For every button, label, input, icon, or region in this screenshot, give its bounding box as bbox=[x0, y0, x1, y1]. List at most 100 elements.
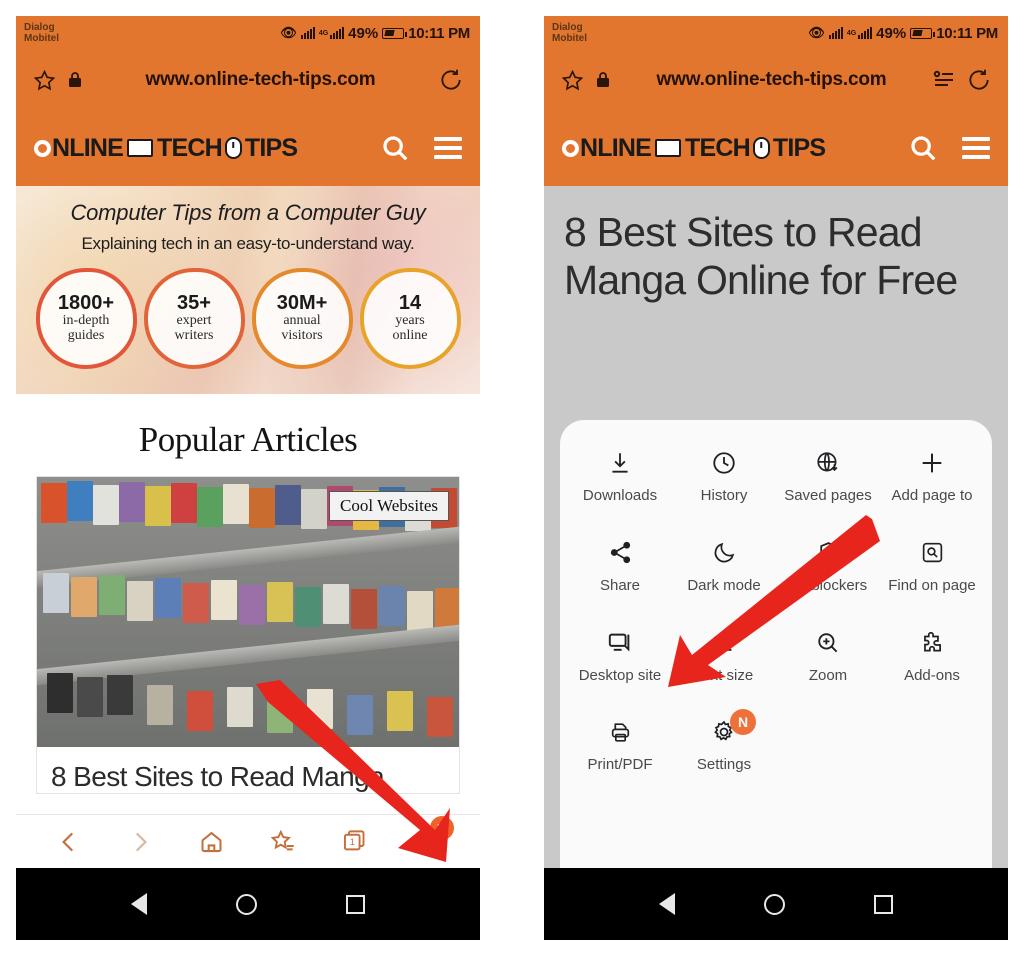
menu-item-history[interactable]: History bbox=[672, 442, 776, 512]
back-triangle-icon[interactable] bbox=[658, 893, 675, 915]
reload-icon[interactable] bbox=[438, 67, 464, 93]
logo-text-2: TECH bbox=[685, 133, 751, 162]
phone-screenshot-right: Dialog Mobitel 👁 4G 49% 10:11 PM www.onl… bbox=[544, 16, 1008, 940]
stat-circle: 14 years online bbox=[359, 268, 461, 369]
home-circle-icon[interactable] bbox=[763, 893, 785, 915]
url-text[interactable]: www.online-tech-tips.com bbox=[93, 69, 428, 91]
menu-item-saved-pages[interactable]: Saved pages bbox=[776, 442, 880, 512]
carrier-label: Dialog Mobitel bbox=[552, 22, 587, 44]
reload-icon[interactable] bbox=[966, 67, 992, 93]
tabs-button[interactable]: 1 bbox=[341, 828, 368, 855]
android-nav-bar-left bbox=[16, 868, 480, 940]
hero-tagline: Computer Tips from a Computer Guy bbox=[70, 200, 426, 225]
download-icon bbox=[607, 448, 633, 478]
star-icon[interactable] bbox=[32, 68, 57, 93]
header-actions bbox=[908, 133, 990, 163]
url-text[interactable]: www.online-tech-tips.com bbox=[621, 69, 922, 91]
signal-bars-icon bbox=[828, 27, 843, 39]
star-icon[interactable] bbox=[560, 68, 585, 93]
home-button[interactable] bbox=[198, 828, 225, 855]
reader-mode-icon[interactable] bbox=[932, 69, 956, 91]
menu-item-ad-blockers[interactable]: Ad blockers bbox=[776, 532, 880, 602]
network-type-label: 4G bbox=[318, 29, 329, 37]
site-header-right: NLINE TECH TIPS bbox=[544, 110, 1008, 186]
hero-banner: Computer Tips from a Computer Guy Explai… bbox=[16, 186, 480, 394]
menu-item-text-size[interactable]: Text size bbox=[672, 622, 776, 692]
hamburger-icon[interactable] bbox=[962, 137, 990, 159]
home-circle-icon[interactable] bbox=[235, 893, 257, 915]
signal-bars-2-icon bbox=[858, 27, 873, 39]
browser-menu-sheet: Downloads History Saved pages Add page t… bbox=[560, 420, 992, 892]
puzzle-icon bbox=[919, 628, 945, 658]
battery-percent-label: 49% bbox=[348, 24, 379, 42]
hamburger-icon[interactable] bbox=[434, 137, 462, 159]
category-badge[interactable]: Cool Websites bbox=[329, 491, 449, 521]
monitor-icon bbox=[127, 139, 154, 157]
stat-circle: 30M+ annual visitors bbox=[251, 268, 353, 369]
share-icon bbox=[608, 538, 633, 568]
url-bar-left[interactable]: www.online-tech-tips.com bbox=[16, 50, 480, 110]
header-actions bbox=[380, 133, 462, 163]
menu-item-settings[interactable]: N Settings bbox=[672, 709, 776, 781]
menu-item-find-on-page[interactable]: Find on page bbox=[880, 532, 984, 602]
battery-percent-label: 49% bbox=[876, 24, 907, 42]
recents-square-icon[interactable] bbox=[346, 894, 366, 914]
menu-item-add-page-to[interactable]: Add page to bbox=[880, 442, 984, 512]
printer-icon bbox=[608, 717, 633, 747]
svg-text:1: 1 bbox=[350, 837, 355, 847]
back-button[interactable] bbox=[56, 829, 82, 855]
signal-bars-2-icon bbox=[330, 27, 345, 39]
site-logo[interactable]: NLINE TECH TIPS bbox=[34, 133, 298, 163]
stat-circle: 35+ expert writers bbox=[143, 268, 245, 369]
search-icon[interactable] bbox=[908, 133, 938, 163]
phone-screenshot-left: Dialog Mobitel 👁 4G 49% 10:11 PM www.onl… bbox=[16, 16, 480, 940]
mouse-icon bbox=[224, 137, 242, 159]
monitor-icon bbox=[655, 139, 682, 157]
status-icons: 👁 4G 49% 10:11 PM bbox=[808, 25, 998, 42]
menu-item-print-pdf[interactable]: Print/PDF bbox=[568, 711, 672, 781]
clock-label: 10:11 PM bbox=[936, 24, 998, 42]
menu-item-desktop-site[interactable]: Desktop site bbox=[568, 622, 672, 692]
logo-text-1: NLINE bbox=[52, 133, 124, 162]
site-header-left: NLINE TECH TIPS bbox=[16, 110, 480, 186]
menu-item-dark-mode[interactable]: Dark mode bbox=[672, 532, 776, 602]
shield-block-icon bbox=[816, 538, 841, 568]
signal-bars-icon bbox=[300, 27, 315, 39]
logo-text-3: TIPS bbox=[772, 133, 826, 162]
menu-button[interactable]: N bbox=[413, 816, 454, 855]
back-triangle-icon[interactable] bbox=[130, 893, 147, 915]
lock-icon bbox=[595, 71, 611, 89]
status-bar-right: Dialog Mobitel 👁 4G 49% 10:11 PM bbox=[544, 16, 1008, 50]
menu-item-downloads[interactable]: Downloads bbox=[568, 442, 672, 512]
mouse-icon bbox=[752, 137, 770, 159]
article-title[interactable]: 8 Best Sites to Read Manga bbox=[37, 747, 459, 793]
url-bar-right[interactable]: www.online-tech-tips.com bbox=[544, 50, 1008, 110]
eye-comfort-icon: 👁 bbox=[808, 25, 825, 40]
network-type-label: 4G bbox=[846, 29, 857, 37]
lock-icon bbox=[67, 71, 83, 89]
menu-item-share[interactable]: Share bbox=[568, 532, 672, 602]
site-logo[interactable]: NLINE TECH TIPS bbox=[562, 133, 826, 163]
menu-grid: Downloads History Saved pages Add page t… bbox=[568, 442, 984, 781]
menu-item-add-ons[interactable]: Add-ons bbox=[880, 622, 984, 692]
recents-square-icon[interactable] bbox=[874, 894, 894, 914]
bookmarks-button[interactable] bbox=[269, 828, 296, 855]
android-nav-bar-right bbox=[544, 868, 1008, 940]
logo-text-1: NLINE bbox=[580, 133, 652, 162]
desktop-icon bbox=[607, 628, 634, 658]
battery-icon bbox=[910, 27, 936, 39]
article-card[interactable]: Cool Websites 8 Best Sites to Read Manga bbox=[36, 476, 460, 794]
moon-icon bbox=[712, 538, 737, 568]
browser-bottom-bar-left: 1 N bbox=[16, 814, 480, 868]
article-photo: Cool Websites bbox=[37, 477, 459, 747]
search-icon[interactable] bbox=[380, 133, 410, 163]
forward-button[interactable] bbox=[127, 829, 153, 855]
plus-icon bbox=[918, 448, 946, 478]
battery-icon bbox=[382, 27, 408, 39]
carrier-label: Dialog Mobitel bbox=[24, 22, 59, 44]
menu-item-zoom[interactable]: Zoom bbox=[776, 622, 880, 692]
eye-comfort-icon: 👁 bbox=[280, 25, 297, 40]
stat-circle: 1800+ in-depth guides bbox=[35, 268, 137, 369]
logo-o-icon bbox=[34, 139, 51, 157]
logo-o-icon bbox=[562, 139, 579, 157]
